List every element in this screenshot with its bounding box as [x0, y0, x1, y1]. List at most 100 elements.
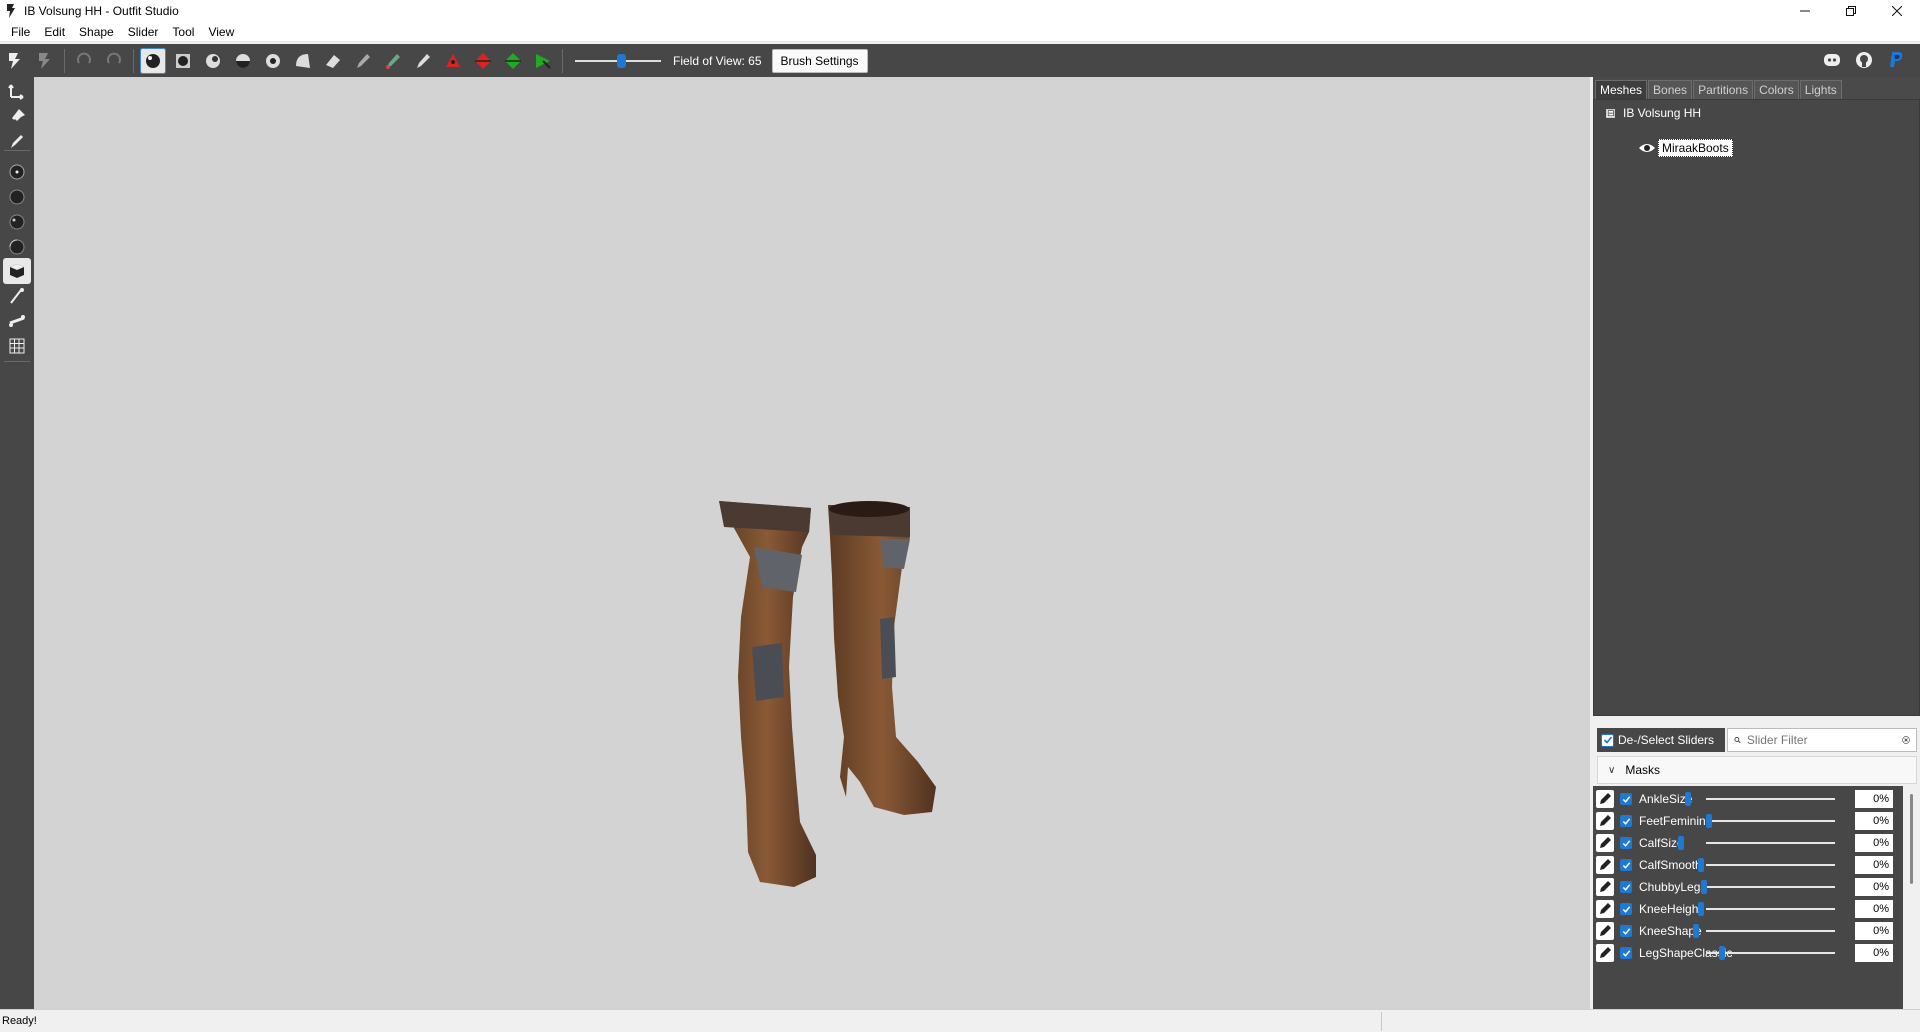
slider-track[interactable]: [1706, 908, 1835, 910]
slider-track[interactable]: [1706, 798, 1835, 800]
color-brush-button[interactable]: [380, 48, 406, 74]
slider-edit-button[interactable]: [1596, 900, 1614, 918]
slider-thumb[interactable]: [1698, 858, 1704, 872]
slider-thumb[interactable]: [1698, 902, 1704, 916]
slider-track[interactable]: [1706, 820, 1835, 822]
slider-checkbox[interactable]: [1620, 815, 1632, 827]
mesh-tree[interactable]: ⊟ IB Volsung HH MiraakBoots: [1593, 99, 1920, 716]
slider-track[interactable]: [1706, 864, 1835, 866]
wireframe-view-button[interactable]: [3, 184, 31, 210]
inflate-brush-button[interactable]: [200, 48, 226, 74]
slider-track[interactable]: [1706, 842, 1835, 844]
slider-track[interactable]: [1706, 952, 1835, 954]
brush-settings-button[interactable]: Brush Settings: [771, 48, 868, 73]
3d-viewport[interactable]: [34, 77, 1590, 1009]
slider-edit-button[interactable]: [1596, 922, 1614, 940]
weight-view-button[interactable]: [3, 283, 31, 309]
menu-file[interactable]: File: [4, 22, 37, 42]
menu-edit[interactable]: Edit: [37, 22, 72, 42]
pivot-tool-button[interactable]: [3, 104, 31, 130]
tab-colors[interactable]: Colors: [1754, 80, 1799, 99]
vertex-edit-button[interactable]: [3, 129, 31, 155]
scrollbar-thumb[interactable]: [1910, 794, 1913, 884]
slider-thumb[interactable]: [1701, 880, 1707, 894]
close-button[interactable]: [1874, 0, 1920, 22]
slider-checkbox[interactable]: [1620, 947, 1632, 959]
slider-thumb[interactable]: [1685, 792, 1691, 806]
alpha-brush-button[interactable]: [410, 48, 436, 74]
slider-list-scrollbar[interactable]: [1906, 786, 1918, 1009]
slider-checkbox[interactable]: [1620, 903, 1632, 915]
slider-value-field[interactable]: 0%: [1855, 922, 1893, 940]
deselect-sliders-toggle[interactable]: De-/Select Sliders: [1597, 728, 1725, 752]
slider-value-field[interactable]: 0%: [1855, 790, 1893, 808]
split-edge-button[interactable]: [500, 48, 526, 74]
tab-partitions[interactable]: Partitions: [1693, 80, 1754, 99]
deflate-brush-button[interactable]: [230, 48, 256, 74]
texture-view-button[interactable]: [3, 234, 31, 260]
slider-thumb[interactable]: [1678, 836, 1684, 850]
slider-value-field[interactable]: 0%: [1855, 834, 1893, 852]
slider-checkbox[interactable]: [1620, 881, 1632, 893]
smooth-brush-button[interactable]: [290, 48, 316, 74]
clear-filter-icon[interactable]: [1902, 733, 1910, 747]
slider-edit-button[interactable]: [1596, 834, 1614, 852]
restore-button[interactable]: [1828, 0, 1874, 22]
tab-lights[interactable]: Lights: [1799, 80, 1842, 99]
tree-root-item[interactable]: ⊟ IB Volsung HH: [1606, 106, 1701, 120]
load-reference-button[interactable]: [32, 48, 58, 74]
move-vertex-button[interactable]: [530, 48, 556, 74]
mask-view-button[interactable]: [3, 258, 31, 284]
slider-value-field[interactable]: 0%: [1855, 878, 1893, 896]
select-brush-button[interactable]: [140, 47, 166, 74]
tab-meshes[interactable]: Meshes: [1595, 80, 1648, 99]
slider-edit-button[interactable]: [1596, 856, 1614, 874]
slider-filter-input[interactable]: [1746, 733, 1902, 747]
redo-button[interactable]: [101, 48, 127, 74]
slider-value-field[interactable]: 0%: [1855, 812, 1893, 830]
slider-edit-button[interactable]: [1596, 878, 1614, 896]
slider-value-field[interactable]: 0%: [1855, 900, 1893, 918]
mask-brush-button[interactable]: [170, 48, 196, 74]
deselect-checkbox[interactable]: [1601, 733, 1614, 747]
github-button[interactable]: [1851, 47, 1877, 73]
menu-slider[interactable]: Slider: [121, 22, 166, 42]
slider-thumb[interactable]: [1719, 946, 1725, 960]
new-project-button[interactable]: [2, 48, 28, 74]
weight-brush-button[interactable]: [350, 48, 376, 74]
slider-thumb[interactable]: [1693, 924, 1699, 938]
minimize-button[interactable]: [1782, 0, 1828, 22]
menu-tool[interactable]: Tool: [165, 22, 201, 42]
points-view-button[interactable]: [3, 159, 31, 185]
move-brush-button[interactable]: [260, 48, 286, 74]
slider-thumb[interactable]: [1706, 814, 1712, 828]
slider-checkbox[interactable]: [1620, 925, 1632, 937]
transform-tool-button[interactable]: [3, 78, 31, 104]
slider-edit-button[interactable]: [1596, 812, 1614, 830]
collapse-vertex-button[interactable]: [440, 48, 466, 74]
lighting-view-button[interactable]: [3, 209, 31, 235]
grid-view-button[interactable]: [3, 333, 31, 359]
slider-edit-button[interactable]: [1596, 944, 1614, 962]
tree-item-mesh[interactable]: MiraakBoots: [1638, 139, 1733, 157]
slider-value-field[interactable]: 0%: [1855, 856, 1893, 874]
slider-track[interactable]: [1706, 930, 1835, 932]
discord-button[interactable]: [1819, 47, 1845, 73]
slider-value-field[interactable]: 0%: [1855, 944, 1893, 962]
slider-edit-button[interactable]: [1596, 790, 1614, 808]
paypal-button[interactable]: [1883, 47, 1909, 73]
slider-checkbox[interactable]: [1620, 837, 1632, 849]
tab-bones[interactable]: Bones: [1648, 80, 1693, 99]
fov-slider[interactable]: [575, 51, 661, 71]
slider-checkbox[interactable]: [1620, 793, 1632, 805]
slider-track[interactable]: [1706, 886, 1835, 888]
fov-slider-thumb[interactable]: [617, 53, 626, 68]
undiff-brush-button[interactable]: [320, 48, 346, 74]
segment-view-button[interactable]: [3, 308, 31, 334]
slider-checkbox[interactable]: [1620, 859, 1632, 871]
visibility-eye-icon[interactable]: [1638, 142, 1656, 154]
undo-button[interactable]: [71, 48, 97, 74]
masks-group-header[interactable]: ∨ Masks: [1597, 756, 1917, 784]
menu-view[interactable]: View: [201, 22, 241, 42]
flip-edge-button[interactable]: [470, 48, 496, 74]
